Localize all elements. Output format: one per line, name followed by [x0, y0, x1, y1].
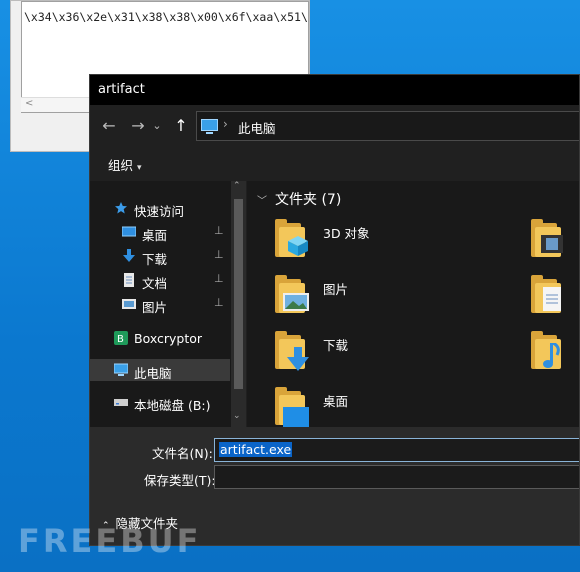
- sidebar-item-label: Boxcryptor: [134, 331, 203, 346]
- file-list-pane: ﹀ 文件夹 (7) 3D 对象 视 图片 文: [247, 181, 579, 427]
- sidebar-item-downloads[interactable]: 下载 ⊥: [90, 245, 230, 267]
- sidebar-scrollbar[interactable]: ⌃ ⌄: [231, 181, 246, 427]
- folder-icon: [531, 331, 565, 369]
- scrollbar-thumb[interactable]: [234, 199, 243, 389]
- folder-videos[interactable]: 视: [531, 219, 579, 271]
- downloads-icon: [287, 347, 309, 371]
- folders-group-header[interactable]: ﹀ 文件夹 (7): [257, 189, 341, 209]
- download-icon: [123, 249, 135, 262]
- folder-name: 下载: [323, 338, 349, 353]
- breadcrumb-this-pc[interactable]: 此电脑: [238, 118, 276, 137]
- sidebar-item-label: 本地磁盘 (B:): [134, 398, 211, 413]
- sidebar-item-desktop[interactable]: 桌面 ⊥: [90, 221, 230, 243]
- pin-icon: ⊥: [214, 272, 224, 285]
- sidebar-item-quick-access[interactable]: 快速访问: [90, 197, 230, 219]
- svg-text:B: B: [117, 334, 124, 345]
- dialog-toolbar: 组织 ▾: [90, 147, 579, 181]
- folder-icon: [275, 275, 309, 313]
- 3d-objects-icon: [288, 236, 308, 256]
- dialog-titlebar[interactable]: artifact: [90, 75, 579, 105]
- folder-downloads[interactable]: 下载: [275, 331, 515, 383]
- chevron-down-icon: ﹀: [257, 196, 267, 207]
- pin-icon: ⊥: [214, 296, 224, 309]
- folder-icon: [531, 219, 565, 257]
- chevron-down-icon: ▾: [137, 163, 142, 173]
- folder-desktop[interactable]: 桌面: [275, 387, 515, 427]
- pin-icon: ⊥: [214, 224, 224, 237]
- filename-label: 文件名(N):: [152, 446, 213, 461]
- folder-icon: [275, 387, 309, 427]
- sidebar-item-label: 此电脑: [134, 366, 172, 381]
- dialog-title: artifact: [98, 82, 145, 97]
- watermark-logo: FREEBUF: [18, 522, 202, 560]
- pin-icon: ⊥: [214, 248, 224, 261]
- sidebar-item-label: 下载: [142, 252, 168, 267]
- sidebar-item-local-disk-b[interactable]: 本地磁盘 (B:): [90, 391, 230, 413]
- sidebar-item-documents[interactable]: 文档 ⊥: [90, 269, 230, 291]
- forward-arrow-icon[interactable]: →: [127, 115, 149, 137]
- savetype-label: 保存类型(T):: [144, 473, 216, 488]
- recent-locations-icon[interactable]: ⌄: [150, 115, 164, 137]
- address-bar[interactable]: › 此电脑: [196, 111, 579, 141]
- folder-icon: [531, 275, 565, 313]
- sidebar-item-label: 快速访问: [134, 204, 185, 219]
- sidebar-item-label: 桌面: [142, 228, 168, 243]
- navigation-bar: ← → ⌄ ↑ › 此电脑: [90, 105, 579, 147]
- folder-name: 图片: [323, 282, 349, 297]
- boxcryptor-icon: B: [114, 331, 128, 345]
- filename-input[interactable]: artifact.exe: [214, 438, 579, 462]
- scroll-left-arrow-icon[interactable]: <: [25, 98, 33, 109]
- organize-label: 组织: [108, 158, 134, 173]
- documents-icon: [543, 287, 561, 311]
- up-arrow-icon[interactable]: ↑: [170, 115, 192, 137]
- sidebar-item-label: 图片: [142, 300, 168, 315]
- drive-icon: [114, 399, 128, 406]
- back-arrow-icon[interactable]: ←: [98, 115, 120, 137]
- star-icon: [115, 202, 127, 214]
- navigation-pane: 快速访问 桌面 ⊥ 下载 ⊥ 文档 ⊥ 图片 ⊥ B Boxcryptor 此电…: [90, 181, 246, 427]
- sidebar-item-label: 文档: [142, 276, 168, 291]
- organize-button[interactable]: 组织 ▾: [108, 155, 142, 174]
- background-text: \x34\x36\x2e\x31\x38\x38\x00\x6f\xaa\x51…: [24, 10, 309, 24]
- document-icon: [124, 273, 134, 287]
- scroll-down-icon[interactable]: ⌄: [233, 411, 241, 421]
- computer-icon: [201, 119, 218, 134]
- folder-name: 桌面: [323, 394, 349, 409]
- computer-icon: [114, 363, 128, 376]
- group-header-label: 文件夹 (7): [275, 192, 342, 208]
- folder-3d-objects[interactable]: 3D 对象: [275, 219, 515, 271]
- folder-documents[interactable]: 文: [531, 275, 579, 327]
- savetype-select[interactable]: [214, 465, 579, 489]
- sidebar-item-boxcryptor[interactable]: B Boxcryptor: [90, 327, 230, 349]
- folder-music[interactable]: 音: [531, 331, 579, 383]
- folder-icon: [275, 219, 309, 257]
- folder-icon: [275, 331, 309, 371]
- videos-icon: [541, 235, 563, 253]
- music-icon: [543, 343, 560, 368]
- pictures-icon: [122, 299, 136, 309]
- pictures-icon: [283, 293, 309, 311]
- folder-pictures[interactable]: 图片: [275, 275, 515, 327]
- save-as-dialog: artifact ← → ⌄ ↑ › 此电脑 组织▾ 快速访问 桌面 ⊥ 下载: [89, 74, 580, 546]
- sidebar-item-pictures[interactable]: 图片 ⊥: [90, 293, 230, 315]
- sidebar-item-this-pc[interactable]: 此电脑: [90, 359, 230, 381]
- desktop-icon: [122, 226, 136, 237]
- scroll-up-icon[interactable]: ⌃: [233, 181, 241, 191]
- breadcrumb-separator: ›: [223, 117, 228, 131]
- desktop-icon: [283, 407, 309, 427]
- filename-value: artifact.exe: [219, 442, 293, 457]
- folder-name: 3D 对象: [323, 226, 370, 241]
